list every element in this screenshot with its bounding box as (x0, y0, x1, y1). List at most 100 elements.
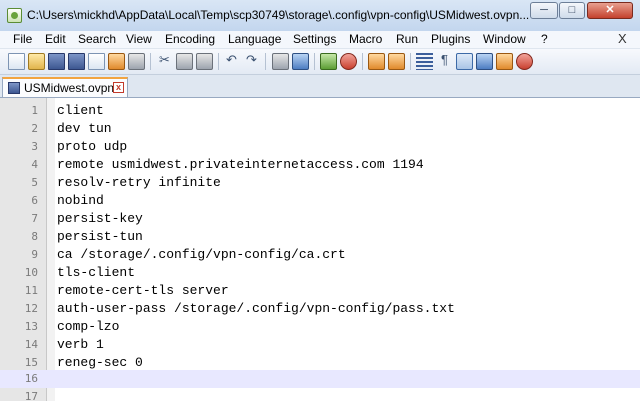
window-title: C:\Users\mickhd\AppData\Local\Temp\scp30… (27, 8, 530, 22)
line-number: 1 (31, 104, 38, 117)
editor-line[interactable]: 17 (0, 388, 640, 401)
macro-record-icon[interactable] (516, 53, 533, 70)
menu-encoding[interactable]: Encoding (165, 32, 215, 46)
minimize-button[interactable]: ─ (530, 2, 558, 19)
save-icon (8, 82, 20, 94)
save-all-icon[interactable] (68, 53, 85, 70)
print-icon[interactable] (128, 53, 145, 70)
show-all-chars-icon[interactable]: ¶ (436, 52, 453, 67)
editor-line[interactable]: 8 persist-tun (0, 228, 640, 246)
menu-file[interactable]: File (13, 32, 32, 46)
function-list-icon[interactable] (496, 53, 513, 70)
zoom-in-icon[interactable] (320, 53, 337, 70)
editor-line[interactable]: 9 ca /storage/.config/vpn-config/ca.crt (0, 246, 640, 264)
menu-window[interactable]: Window (483, 32, 526, 46)
menu-language[interactable]: Language (228, 32, 281, 46)
editor-line[interactable]: 10 tls-client (0, 264, 640, 282)
line-number: 16 (24, 372, 38, 385)
line-text: comp-lzo (57, 319, 120, 334)
menu-edit[interactable]: Edit (45, 32, 66, 46)
editor-line[interactable]: 5 resolv-retry infinite (0, 174, 640, 192)
line-number: 2 (31, 122, 38, 135)
line-text: reneg-sec 0 (57, 355, 143, 370)
menu-search[interactable]: Search (78, 32, 116, 46)
find-icon[interactable] (272, 53, 289, 70)
close-window-button[interactable]: ✕ (587, 2, 633, 19)
toolbar-separator (150, 53, 151, 70)
editor-line[interactable]: 11 remote-cert-tls server (0, 282, 640, 300)
close-icon[interactable]: x (113, 82, 124, 93)
zoom-out-icon[interactable] (340, 53, 357, 70)
line-number: 11 (24, 284, 38, 297)
close-icon[interactable] (88, 53, 105, 70)
text-editor[interactable]: 1 client 2 dev tun 3 proto udp 4 remote usmi… (0, 98, 640, 401)
toolbar-separator (410, 53, 411, 70)
redo-icon[interactable]: ↷ (243, 52, 260, 68)
menu-view[interactable]: View (126, 32, 152, 46)
toolbar-separator (314, 53, 315, 70)
line-number: 7 (31, 212, 38, 225)
line-text: persist-tun (57, 229, 143, 244)
editor-line[interactable]: 12 auth-user-pass /storage/.config/vpn-co… (0, 300, 640, 318)
editor-line[interactable]: 1 client (0, 102, 640, 120)
tab-label: USMidwest.ovpn (24, 81, 115, 95)
menu-help[interactable]: ? (541, 32, 548, 46)
toolbar-separator (265, 53, 266, 70)
copy-icon[interactable] (176, 53, 193, 70)
line-number: 10 (24, 266, 38, 279)
line-text: remote-cert-tls server (57, 283, 229, 298)
notepad-plus-plus-icon[interactable] (7, 8, 22, 23)
close-all-icon[interactable] (108, 53, 125, 70)
line-number: 3 (31, 140, 38, 153)
line-number: 12 (24, 302, 38, 315)
line-text: verb 1 (57, 337, 104, 352)
editor-line[interactable]: 2 dev tun (0, 120, 640, 138)
title-bar: C:\Users\mickhd\AppData\Local\Temp\scp30… (0, 0, 640, 31)
undo-icon[interactable]: ↶ (223, 52, 240, 68)
save-icon[interactable] (48, 53, 65, 70)
line-text: ca /storage/.config/vpn-config/ca.crt (57, 247, 346, 262)
line-number: 14 (24, 338, 38, 351)
editor-line[interactable]: 3 proto udp (0, 138, 640, 156)
line-text: resolv-retry infinite (57, 175, 221, 190)
toolbar-separator (362, 53, 363, 70)
editor-line[interactable]: 13 comp-lzo (0, 318, 640, 336)
word-wrap-icon[interactable] (416, 53, 433, 70)
toolbar-separator (218, 53, 219, 70)
sync-horizontal-icon[interactable] (388, 53, 405, 70)
line-number: 6 (31, 194, 38, 207)
editor-line-current[interactable]: 16 (0, 370, 640, 388)
line-number: 4 (31, 158, 38, 171)
replace-icon[interactable] (292, 53, 309, 70)
menu-plugins[interactable]: Plugins (431, 32, 470, 46)
cut-icon[interactable]: ✂ (156, 52, 173, 68)
editor-line[interactable]: 4 remote usmidwest.privateinternetaccess.… (0, 156, 640, 174)
doc-map-icon[interactable] (476, 53, 493, 70)
open-folder-icon[interactable] (28, 53, 45, 70)
line-text: remote usmidwest.privateinternetaccess.c… (57, 157, 424, 172)
line-number: 15 (24, 356, 38, 369)
sync-vertical-icon[interactable] (368, 53, 385, 70)
tab-bar: USMidwest.ovpn x (0, 75, 640, 98)
line-number: 5 (31, 176, 38, 189)
toolbar: ✂ ↶ ↷ ¶ (0, 49, 640, 75)
maximize-button[interactable]: □ (559, 2, 585, 19)
menu-bar: File Edit Search View Encoding Language … (0, 31, 640, 49)
tab-usmidwest-ovpn[interactable]: USMidwest.ovpn x (2, 77, 128, 97)
menu-run[interactable]: Run (396, 32, 418, 46)
line-number: 17 (24, 390, 38, 401)
editor-line[interactable]: 14 verb 1 (0, 336, 640, 354)
line-number: 13 (24, 320, 38, 333)
menu-settings[interactable]: Settings (293, 32, 336, 46)
menu-macro[interactable]: Macro (349, 32, 382, 46)
paste-icon[interactable] (196, 53, 213, 70)
editor-line[interactable]: 6 nobind (0, 192, 640, 210)
indent-guide-icon[interactable] (456, 53, 473, 70)
line-text: persist-key (57, 211, 143, 226)
line-number: 9 (31, 248, 38, 261)
line-text: client (57, 103, 104, 118)
close-document-button[interactable]: X (618, 31, 627, 46)
new-file-icon[interactable] (8, 53, 25, 70)
line-text: auth-user-pass /storage/.config/vpn-conf… (57, 301, 455, 316)
editor-line[interactable]: 7 persist-key (0, 210, 640, 228)
